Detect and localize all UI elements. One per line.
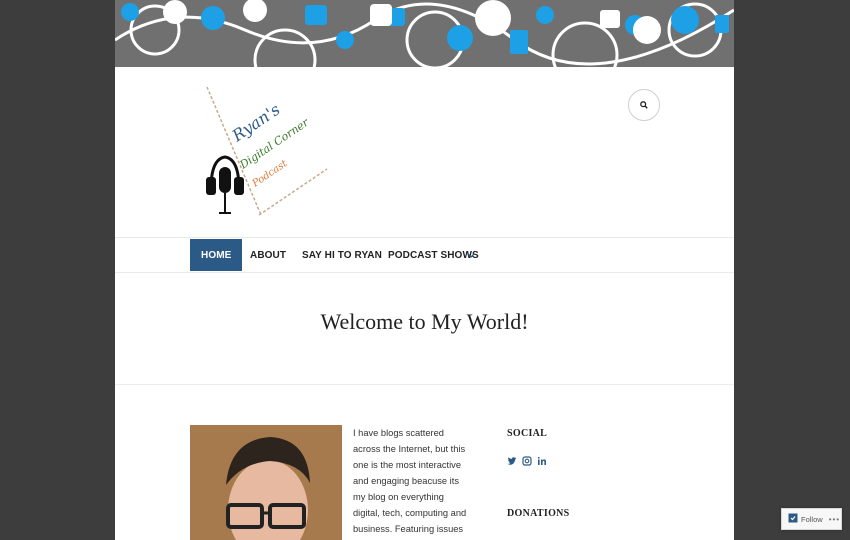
search-icon [640, 96, 648, 114]
instagram-icon[interactable] [522, 456, 532, 466]
main-navigation: HOME ABOUT SAY HI TO RYAN PODCAST SHOWS [115, 237, 734, 273]
nav-item-about[interactable]: ABOUT [250, 239, 286, 271]
follow-label: Follow [801, 514, 823, 524]
page-container: Ryan's Digital Corner Podcast HOME ABOUT… [115, 0, 734, 540]
linkedin-icon[interactable] [537, 456, 547, 466]
chevron-down-icon[interactable] [467, 246, 475, 264]
site-header: Ryan's Digital Corner Podcast [115, 67, 734, 237]
social-links [507, 456, 547, 466]
nav-item-say-hi[interactable]: SAY HI TO RYAN [302, 239, 382, 271]
twitter-icon[interactable] [507, 456, 517, 466]
page-header: Welcome to My World! [115, 271, 734, 385]
profile-photo [190, 425, 342, 540]
wordpress-follow-icon [788, 510, 798, 528]
follow-button[interactable]: Follow ••• [781, 508, 842, 530]
header-banner-image [115, 0, 734, 67]
nav-item-home[interactable]: HOME [190, 239, 243, 271]
intro-text: I have blogs scattered across the Intern… [353, 428, 467, 534]
nav-item-podcast-shows[interactable]: PODCAST SHOWS [388, 239, 479, 271]
social-widget-title: SOCIAL [507, 428, 548, 439]
donations-widget-title: DONATIONS [507, 508, 570, 519]
more-options-icon[interactable]: ••• [829, 515, 840, 524]
page-title: Welcome to My World! [320, 309, 529, 334]
site-logo[interactable]: Ryan's Digital Corner Podcast [199, 86, 334, 222]
search-button[interactable] [628, 89, 660, 121]
